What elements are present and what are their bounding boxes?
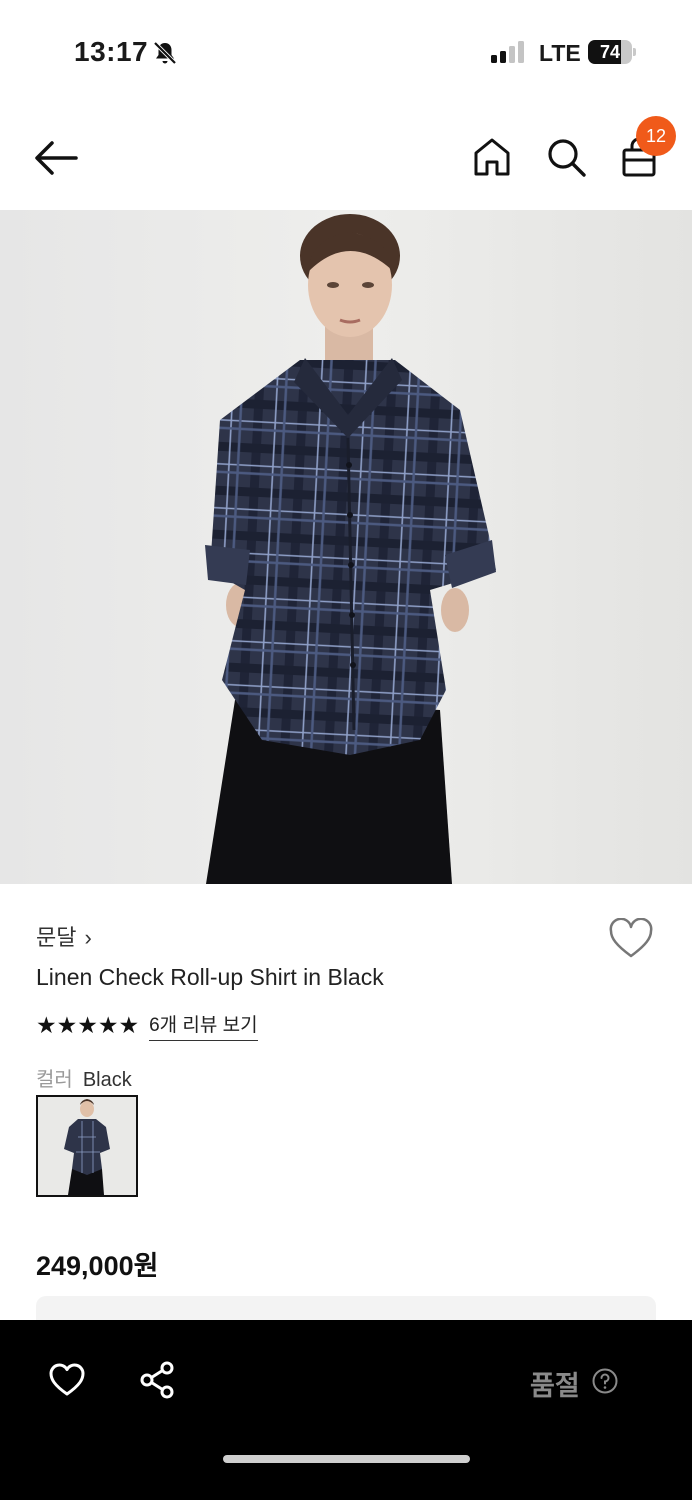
status-time: 13:17 (74, 36, 149, 67)
back-arrow-icon[interactable] (32, 138, 80, 178)
bottom-action-bar: 품절 (0, 1320, 692, 1500)
product-price: 249,000원 (36, 1251, 159, 1281)
network-type: LTE (539, 40, 581, 66)
share-icon[interactable] (139, 1361, 175, 1399)
heart-outline-icon[interactable] (48, 1362, 86, 1398)
star-rating: ★★★★★ (36, 1011, 140, 1038)
status-bar: 13:17 LTE 74 (0, 0, 692, 100)
brand-link[interactable]: 문달 › (36, 920, 92, 952)
battery-level: 74 (599, 42, 621, 62)
color-label: 컬러 (36, 1069, 73, 1091)
product-title: Linen Check Roll-up Shirt in Black (36, 964, 384, 990)
top-navigation: 12 (0, 100, 692, 210)
sold-out-label: 품절 (530, 1371, 580, 1401)
heart-outline-icon[interactable] (608, 918, 654, 960)
search-icon[interactable] (545, 136, 587, 178)
color-row: 컬러 Black (36, 1063, 132, 1092)
review-link[interactable]: 6개 리뷰 보기 (149, 1010, 258, 1041)
bell-off-icon (153, 41, 177, 65)
product-image[interactable] (0, 210, 692, 884)
home-icon[interactable] (472, 136, 512, 178)
brand-name: 문달 (36, 925, 77, 950)
chevron-right-icon: › (84, 925, 92, 950)
question-circle-icon[interactable] (592, 1368, 618, 1394)
swatch-thumbnail (38, 1097, 136, 1195)
product-photo (205, 214, 496, 884)
color-swatch-black[interactable] (36, 1095, 138, 1197)
home-indicator[interactable] (223, 1455, 470, 1463)
signal-strength-icon (491, 41, 524, 63)
rating-row: ★★★★★ 6개 리뷰 보기 (36, 1010, 258, 1041)
color-value: Black (82, 1069, 132, 1091)
battery-icon: 74 (588, 40, 636, 64)
cart-count-badge[interactable]: 12 (636, 116, 676, 156)
